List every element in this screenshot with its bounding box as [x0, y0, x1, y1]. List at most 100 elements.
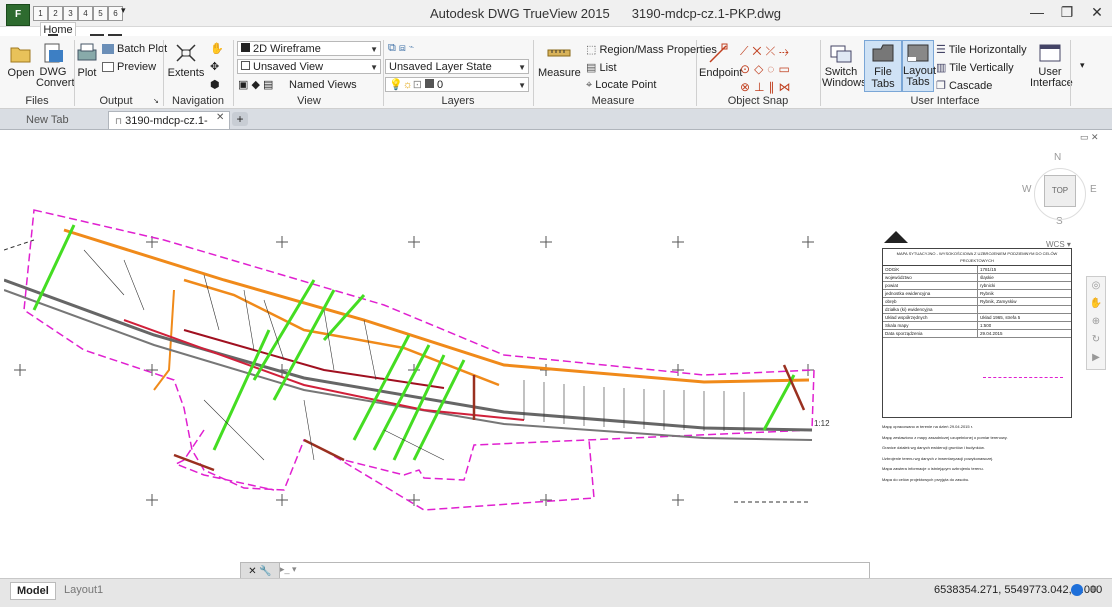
named-views-icon[interactable]: ▤ — [263, 79, 273, 91]
orbit-icon[interactable]: ↻ — [1087, 331, 1105, 349]
file-tabs-button[interactable]: File Tabs — [864, 40, 902, 92]
menu-icon[interactable]: ≡ — [1090, 582, 1097, 596]
parallel-snap-icon[interactable]: ∥ — [769, 80, 779, 94]
tab-layout1[interactable]: Layout1 — [58, 582, 109, 598]
title-block-heading: MAPA SYTUACYJNO - WYSOKOŚCIOWA Z UZBROJE… — [883, 249, 1071, 266]
viewport-controls[interactable]: ▭ ✕ — [1080, 132, 1099, 143]
application-menu-button[interactable]: F — [6, 4, 30, 26]
pan-icon[interactable]: ✋ — [1087, 295, 1105, 313]
view-cube-icon[interactable]: ⬢ — [210, 78, 220, 91]
new-tab-plus-icon[interactable]: + — [232, 112, 248, 126]
apparent-int-snap-icon[interactable]: ⤫ — [766, 44, 780, 58]
viewcube-top-face[interactable]: TOP — [1044, 175, 1076, 207]
close-icon[interactable]: ✕ — [248, 566, 256, 577]
node-snap-icon[interactable]: ⊗ — [740, 80, 754, 94]
endpoint-button[interactable]: Endpoint — [699, 42, 742, 79]
title-block-row: obręb Rybnik, Zamysłów — [883, 298, 1071, 306]
region-mass-button[interactable]: ⬚ Region/Mass Properties — [586, 43, 717, 56]
command-prompt-icon[interactable]: ▸_ ▾ — [280, 564, 297, 575]
window-title: Autodesk DWG TrueView 2015 3190-mdcp-cz.1… — [430, 6, 781, 21]
center-snap-icon[interactable]: ⊙ — [740, 62, 754, 76]
north-arrow-icon — [882, 230, 910, 244]
title-block-value: śląskie — [980, 275, 994, 280]
orbit-icon[interactable]: ✥ — [210, 60, 219, 73]
dwg-convert-button[interactable]: DWG Convert — [36, 42, 75, 89]
extension-snap-icon[interactable]: ⇢ — [779, 44, 793, 58]
layout-tabs-button[interactable]: Layout Tabs — [902, 40, 936, 92]
batch-plot-button[interactable]: Batch Plot — [102, 43, 167, 55]
panel-launcher-icon[interactable]: ↘ — [153, 97, 159, 105]
drawing-canvas[interactable]: 1:12 N W E S TOP WCS ▾ ▭ ✕ ◎ ✋ ⊕ ↻ ▶ MAP… — [3, 130, 1108, 578]
user-interface-icon — [1039, 44, 1061, 62]
pan-icon[interactable]: ✋ — [210, 42, 224, 55]
tab-home[interactable]: Home — [40, 22, 76, 37]
visual-style-combo[interactable]: 2D Wireframe ▼ — [237, 41, 381, 56]
qat-button-4[interactable]: 4 — [78, 6, 93, 21]
zoom-extents-icon — [176, 44, 196, 62]
saved-view-value: Unsaved View — [253, 61, 324, 73]
measure-button[interactable]: Measure — [538, 42, 581, 79]
list-button[interactable]: ▤ List — [586, 61, 617, 74]
parcel-lines — [83, 249, 745, 461]
tab-active-drawing[interactable]: ⊓ 3190-mdcp-cz.1-PKP — [108, 111, 230, 145]
perpendicular-snap-icon[interactable]: ⊥ — [754, 80, 768, 94]
maximize-button[interactable]: ❐ — [1052, 2, 1082, 22]
insertion-snap-icon[interactable]: ▭ — [778, 62, 793, 76]
layer-combo[interactable]: 💡☼⊡ 0 ▼ — [385, 77, 529, 92]
globe-icon[interactable] — [1071, 584, 1083, 596]
layer-properties-icon[interactable]: ⧉ — [388, 42, 396, 54]
viewcube-east[interactable]: E — [1090, 184, 1097, 195]
viewcube-north[interactable]: N — [1054, 152, 1061, 163]
named-views-button[interactable]: Named Views — [289, 79, 357, 91]
nearest-snap-icon[interactable]: ⋈ — [779, 80, 795, 94]
plot-button[interactable]: Plot — [74, 42, 100, 79]
intersection-snap-icon[interactable]: ✕ — [752, 44, 765, 58]
zoom-icon[interactable]: ⊕ — [1087, 313, 1105, 331]
tab-new-tab[interactable]: New Tab — [20, 111, 110, 129]
close-button[interactable]: ✕ — [1082, 2, 1112, 22]
user-interface-button[interactable]: User Interface — [1030, 42, 1073, 89]
open-button[interactable]: Open — [6, 42, 36, 79]
qat-dropdown-icon[interactable]: ▾ — [121, 5, 126, 16]
qat-button-3[interactable]: 3 — [63, 6, 78, 21]
navigation-bar: ◎ ✋ ⊕ ↻ ▶ — [1086, 276, 1106, 370]
tangent-snap-icon[interactable]: ◌ — [767, 62, 778, 76]
tab-close-icon[interactable]: ✕ — [216, 112, 224, 123]
viewport-icon[interactable]: ▣ — [238, 79, 248, 91]
title-block-note: Mapa zawiera informacje o istniejącym uz… — [882, 466, 984, 471]
minimize-button[interactable]: — — [1022, 2, 1052, 22]
layer-isolate-icon[interactable]: ⧈ — [399, 42, 406, 54]
quadrant-snap-icon[interactable]: ◇ — [754, 62, 767, 76]
qat-button-2[interactable]: 2 — [48, 6, 63, 21]
layer-unisolate-icon[interactable]: ⌁ — [409, 42, 414, 54]
full-navigation-wheel-icon[interactable]: ◎ — [1087, 277, 1105, 295]
saved-view-combo[interactable]: Unsaved View ▼ — [237, 59, 381, 74]
tab-model[interactable]: Model — [10, 582, 56, 600]
showmotion-icon[interactable]: ▶ — [1087, 349, 1105, 367]
qat-button-1[interactable]: 1 — [33, 6, 48, 21]
qat-button-5[interactable]: 5 — [93, 6, 108, 21]
locate-point-button[interactable]: ⌖ Locate Point — [586, 79, 656, 92]
chevron-down-icon: ▼ — [518, 63, 526, 72]
tile-vertically-button[interactable]: ▥ Tile Vertically — [936, 61, 1014, 74]
viewcube-west[interactable]: W — [1022, 184, 1031, 195]
midpoint-snap-icon[interactable]: ⟋ — [740, 44, 752, 58]
title-block-value: 29.04.2015 — [980, 331, 1003, 336]
tile-horizontally-icon: ☰ — [936, 44, 946, 56]
switch-windows-button[interactable]: Switch Windows — [822, 42, 867, 89]
cascade-button[interactable]: ❐ Cascade — [936, 79, 992, 92]
model-tab-label: Model — [17, 585, 49, 597]
ribbon-collapse-icon[interactable]: ▾ — [1080, 60, 1085, 71]
wrench-icon[interactable]: 🔧 — [259, 566, 271, 577]
qat-keytip: 5 — [98, 9, 103, 18]
ruler-icon — [547, 49, 571, 57]
panel-title-view: View — [297, 95, 321, 107]
boundary-legend-line — [983, 377, 1063, 378]
3d-box-icon[interactable]: ◆ — [251, 79, 259, 91]
preview-button[interactable]: Preview — [102, 61, 156, 73]
tile-horizontally-button[interactable]: ☰ Tile Horizontally — [936, 43, 1027, 56]
extents-button[interactable]: Extents — [166, 42, 206, 79]
title-block-row: powiat rybnicki — [883, 282, 1071, 290]
layer-state-combo[interactable]: Unsaved Layer State ▼ — [385, 59, 529, 74]
dwg-convert-icon — [44, 43, 63, 63]
